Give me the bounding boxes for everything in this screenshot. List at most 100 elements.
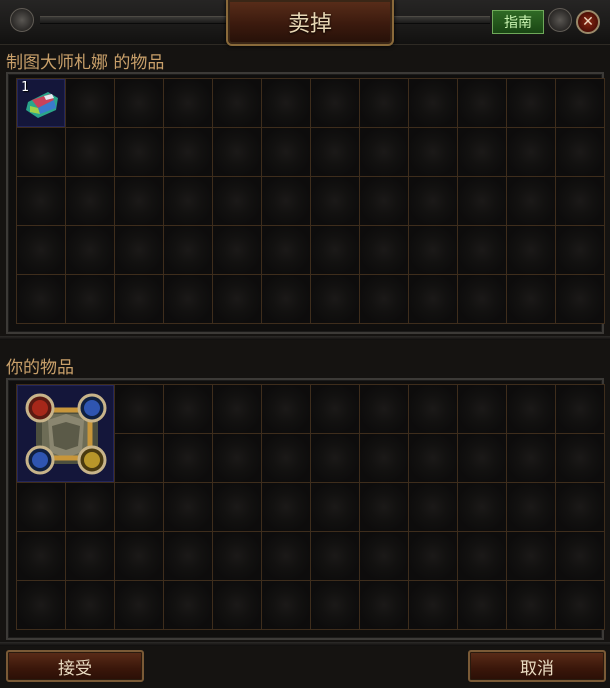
guide-button[interactable]: 指南: [492, 10, 544, 34]
inventory-slot[interactable]: [213, 275, 262, 324]
inventory-slot[interactable]: [66, 275, 115, 324]
inventory-slot[interactable]: [164, 177, 213, 226]
inventory-slot[interactable]: [458, 226, 507, 275]
inventory-slot[interactable]: [556, 275, 605, 324]
inventory-slot[interactable]: [556, 483, 605, 532]
inventory-slot[interactable]: [311, 128, 360, 177]
inventory-slot[interactable]: [311, 483, 360, 532]
inventory-slot[interactable]: [507, 581, 556, 630]
inventory-slot[interactable]: [556, 434, 605, 483]
inventory-slot[interactable]: [311, 532, 360, 581]
inventory-slot[interactable]: [17, 581, 66, 630]
inventory-slot[interactable]: [409, 581, 458, 630]
inventory-slot[interactable]: [458, 385, 507, 434]
inventory-slot[interactable]: [360, 177, 409, 226]
inventory-slot[interactable]: [66, 79, 115, 128]
inventory-slot[interactable]: [164, 226, 213, 275]
inventory-slot[interactable]: [409, 483, 458, 532]
inventory-slot[interactable]: [66, 581, 115, 630]
inventory-slot[interactable]: [409, 226, 458, 275]
inventory-slot[interactable]: [66, 177, 115, 226]
inventory-slot[interactable]: [115, 434, 164, 483]
inventory-slot[interactable]: [311, 275, 360, 324]
inventory-slot[interactable]: [311, 79, 360, 128]
inventory-slot[interactable]: [164, 532, 213, 581]
inventory-slot[interactable]: [17, 532, 66, 581]
inventory-slot[interactable]: [360, 385, 409, 434]
inventory-slot[interactable]: [262, 483, 311, 532]
inventory-slot[interactable]: [17, 483, 66, 532]
inventory-slot[interactable]: [507, 434, 556, 483]
inventory-slot[interactable]: [311, 177, 360, 226]
inventory-slot[interactable]: [262, 177, 311, 226]
inventory-slot[interactable]: [17, 177, 66, 226]
inventory-slot[interactable]: [164, 581, 213, 630]
inventory-slot[interactable]: [409, 177, 458, 226]
inventory-slot[interactable]: [164, 79, 213, 128]
inventory-slot[interactable]: [164, 434, 213, 483]
inventory-slot[interactable]: [556, 226, 605, 275]
inventory-slot[interactable]: [507, 532, 556, 581]
inventory-slot[interactable]: [262, 581, 311, 630]
inventory-slot[interactable]: [409, 275, 458, 324]
inventory-slot[interactable]: [409, 79, 458, 128]
inventory-slot[interactable]: [115, 226, 164, 275]
inventory-slot[interactable]: [311, 581, 360, 630]
inventory-slot[interactable]: [458, 275, 507, 324]
inventory-slot[interactable]: [458, 128, 507, 177]
inventory-slot[interactable]: [409, 385, 458, 434]
inventory-slot[interactable]: [262, 434, 311, 483]
inventory-slot[interactable]: [66, 532, 115, 581]
inventory-slot[interactable]: [556, 79, 605, 128]
inventory-slot[interactable]: [507, 79, 556, 128]
inventory-slot[interactable]: [409, 128, 458, 177]
inventory-slot[interactable]: [458, 79, 507, 128]
inventory-slot[interactable]: [262, 385, 311, 434]
inventory-slot[interactable]: [556, 581, 605, 630]
inventory-slot[interactable]: [17, 275, 66, 324]
inventory-slot[interactable]: [262, 275, 311, 324]
inventory-slot[interactable]: [17, 226, 66, 275]
inventory-slot[interactable]: [556, 385, 605, 434]
inventory-slot[interactable]: [213, 385, 262, 434]
inventory-slot[interactable]: [164, 128, 213, 177]
inventory-slot[interactable]: [115, 275, 164, 324]
inventory-slot[interactable]: [115, 385, 164, 434]
inventory-slot[interactable]: [115, 581, 164, 630]
inventory-slot[interactable]: [66, 483, 115, 532]
map-fragment-item[interactable]: 1: [17, 79, 65, 127]
inventory-slot[interactable]: [164, 275, 213, 324]
inventory-slot[interactable]: [213, 226, 262, 275]
inventory-slot[interactable]: [213, 128, 262, 177]
inventory-slot[interactable]: [311, 385, 360, 434]
inventory-slot[interactable]: [66, 226, 115, 275]
inventory-slot[interactable]: [164, 483, 213, 532]
inventory-slot[interactable]: [360, 532, 409, 581]
inventory-slot[interactable]: [507, 385, 556, 434]
inventory-slot[interactable]: [360, 275, 409, 324]
inventory-slot[interactable]: [115, 177, 164, 226]
inventory-slot[interactable]: [360, 434, 409, 483]
inventory-slot[interactable]: [458, 483, 507, 532]
inventory-slot[interactable]: [115, 532, 164, 581]
inventory-slot[interactable]: [507, 128, 556, 177]
inventory-slot[interactable]: [213, 177, 262, 226]
inventory-slot[interactable]: [360, 581, 409, 630]
inventory-slot[interactable]: [213, 434, 262, 483]
inventory-slot[interactable]: [507, 275, 556, 324]
inventory-slot[interactable]: [458, 434, 507, 483]
inventory-slot[interactable]: [507, 226, 556, 275]
inventory-slot[interactable]: [556, 128, 605, 177]
inventory-slot[interactable]: [556, 177, 605, 226]
inventory-slot[interactable]: [262, 226, 311, 275]
inventory-slot[interactable]: [262, 128, 311, 177]
inventory-slot[interactable]: [66, 128, 115, 177]
inventory-slot[interactable]: [507, 483, 556, 532]
inventory-slot[interactable]: [458, 532, 507, 581]
inventory-slot[interactable]: [409, 434, 458, 483]
inventory-slot[interactable]: [360, 226, 409, 275]
inventory-slot[interactable]: [360, 128, 409, 177]
inventory-slot[interactable]: [115, 79, 164, 128]
inventory-slot[interactable]: [164, 385, 213, 434]
inventory-slot[interactable]: [213, 79, 262, 128]
